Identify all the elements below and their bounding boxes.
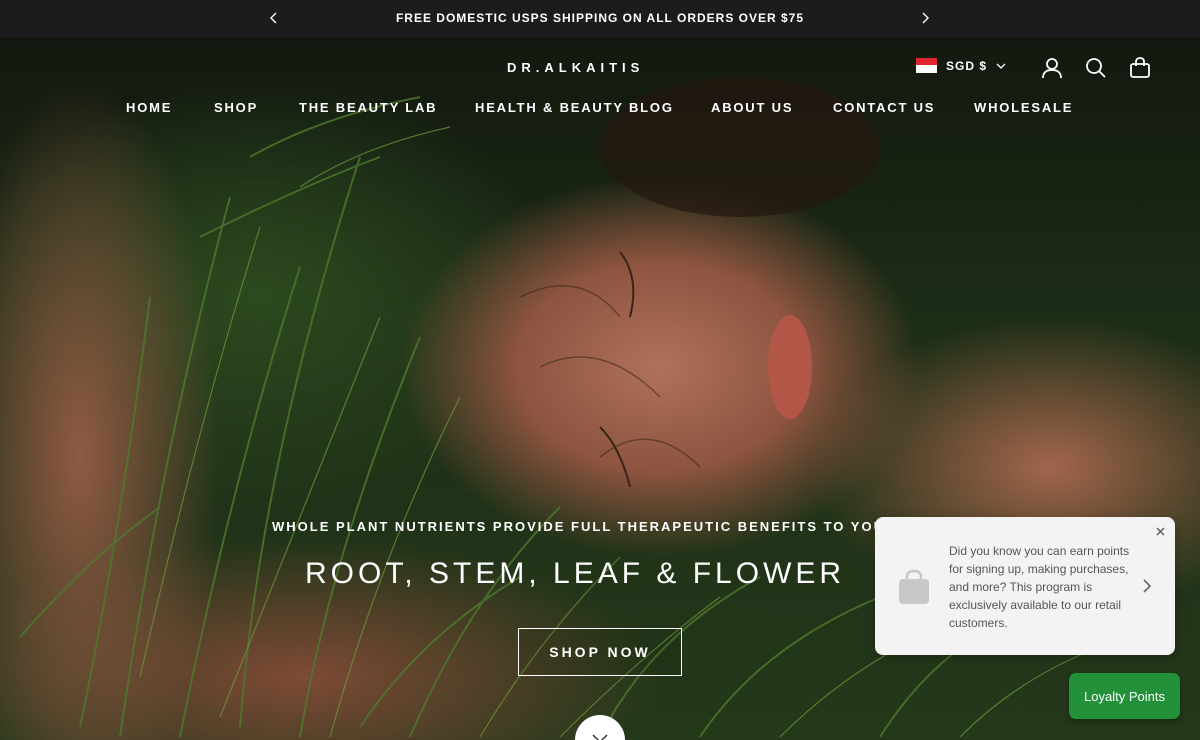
account-icon[interactable] — [1041, 57, 1063, 79]
nav-item-blog[interactable]: HEALTH & BEAUTY BLOG — [475, 100, 674, 115]
nav-item-contact[interactable]: CONTACT US — [833, 100, 935, 115]
hero-headline: ROOT, STEM, LEAF & FLOWER — [305, 557, 846, 590]
shopping-bag-icon — [898, 569, 930, 605]
nav-item-beauty-lab[interactable]: THE BEAUTY LAB — [299, 100, 437, 115]
chevron-right-icon[interactable] — [1140, 577, 1154, 595]
shop-now-button[interactable]: SHOP NOW — [518, 628, 682, 676]
nav-item-wholesale[interactable]: WHOLESALE — [974, 100, 1073, 115]
announcement-bar: FREE DOMESTIC USPS SHIPPING ON ALL ORDER… — [0, 0, 1200, 37]
currency-selector[interactable]: SGD $ — [916, 58, 1006, 73]
nav-item-about[interactable]: ABOUT US — [711, 100, 793, 115]
loyalty-points-button[interactable]: Loyalty Points — [1069, 673, 1180, 719]
currency-label: SGD $ — [946, 58, 988, 73]
nav-item-home[interactable]: HOME — [126, 100, 172, 115]
close-icon[interactable] — [1153, 524, 1167, 538]
logo[interactable]: DR.ALKAITIS — [507, 60, 644, 75]
chevron-down-icon — [592, 731, 608, 740]
loyalty-popup-text: Did you know you can earn points for sig… — [949, 544, 1130, 630]
nav-item-shop[interactable]: SHOP — [214, 100, 258, 115]
bag-icon[interactable] — [1129, 57, 1151, 79]
chevron-down-icon — [996, 59, 1006, 73]
announcement-text: FREE DOMESTIC USPS SHIPPING ON ALL ORDER… — [395, 11, 805, 25]
chevron-right-icon[interactable] — [916, 8, 936, 28]
main-nav: HOME SHOP THE BEAUTY LAB HEALTH & BEAUTY… — [0, 100, 1200, 118]
flag-sg-icon — [916, 58, 937, 73]
loyalty-popup: Did you know you can earn points for sig… — [875, 517, 1175, 655]
search-icon[interactable] — [1085, 57, 1107, 79]
